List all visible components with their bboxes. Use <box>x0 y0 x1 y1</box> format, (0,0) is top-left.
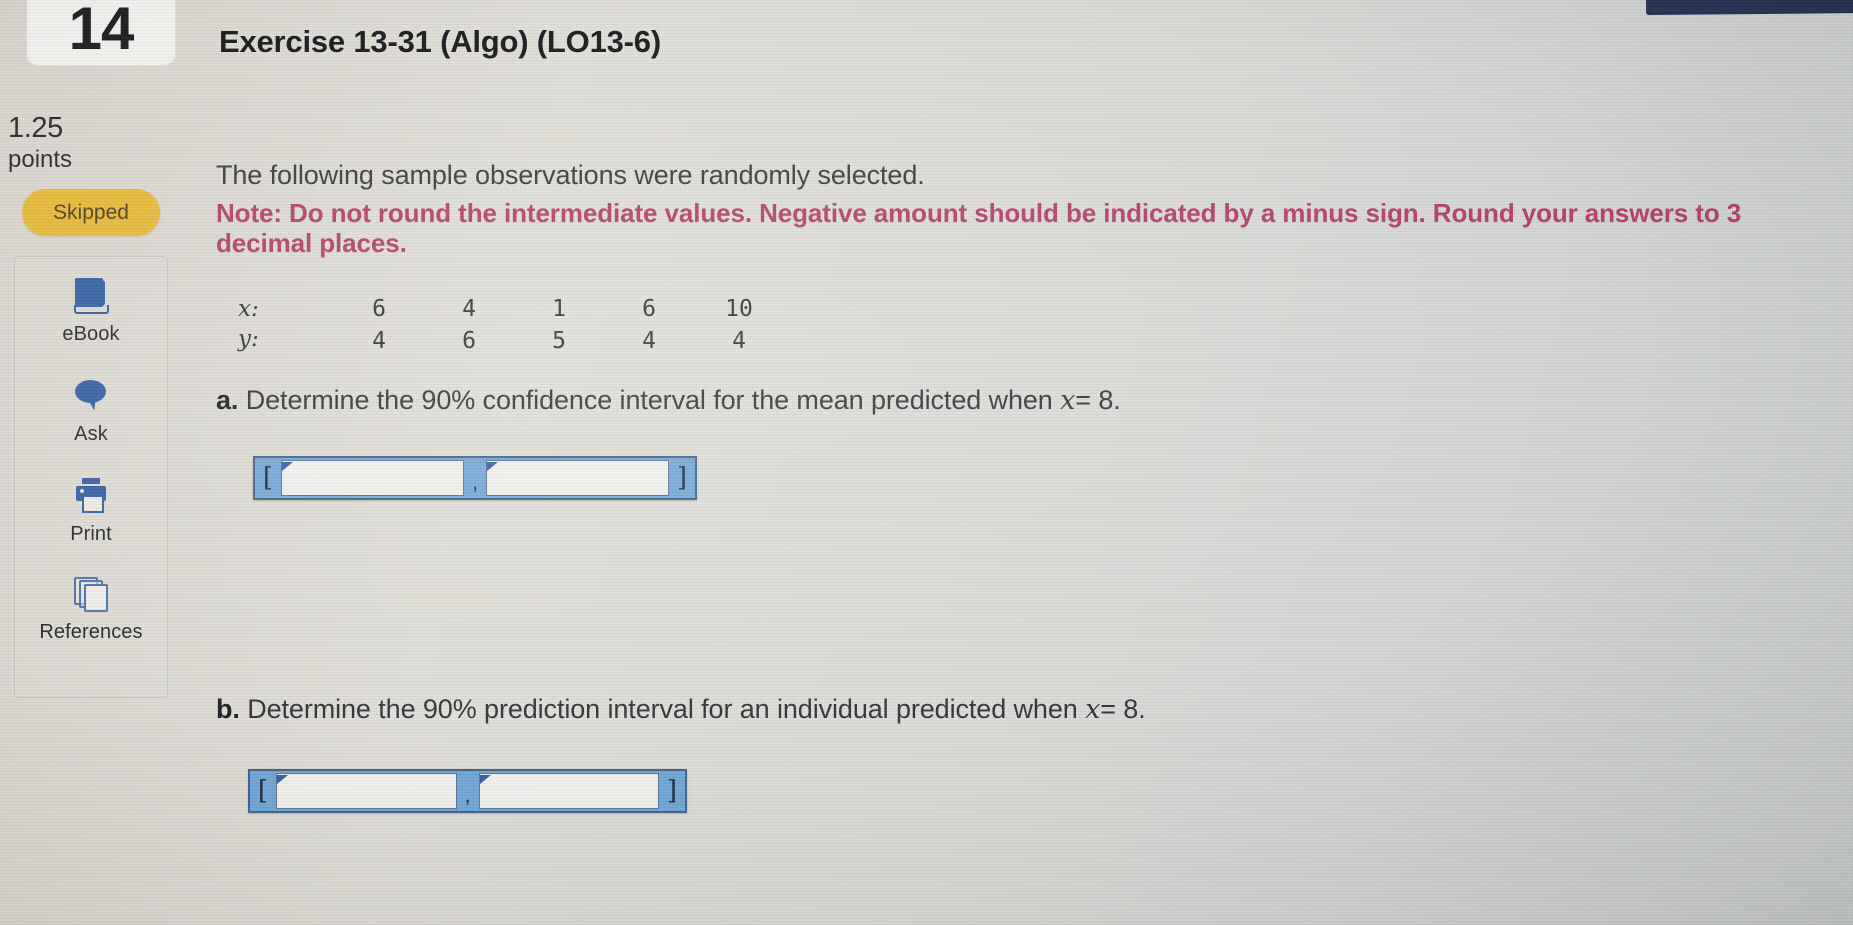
cursor-flag-icon <box>277 775 288 784</box>
close-bracket-a: ] <box>669 458 695 498</box>
y-value-0: 4 <box>372 328 386 354</box>
question-a-marker: a. <box>216 385 239 415</box>
cursor-flag-icon <box>479 775 491 784</box>
answer-b-lower-input[interactable] <box>276 773 457 809</box>
question-b-body: Determine the 90% prediction interval fo… <box>239 694 1086 724</box>
answer-b-upper-input[interactable] <box>478 773 659 809</box>
cursor-flag-icon <box>487 462 498 471</box>
question-b-period: . <box>1138 694 1146 724</box>
x-value-1: 4 <box>462 296 476 322</box>
interval-separator-a: , <box>464 458 486 498</box>
question-a-equals: = 8 <box>1075 385 1114 415</box>
question-a-variable: x <box>1060 385 1076 416</box>
table-row: x: 6 4 1 6 10 <box>238 294 784 324</box>
question-b-equals: = 8 <box>1100 694 1139 724</box>
answer-interval-a[interactable]: [ , ] <box>253 456 697 500</box>
question-a-text: a. Determine the 90% confidence interval… <box>216 385 1121 416</box>
row-label-x: x: <box>238 296 259 322</box>
question-a-body: Determine the 90% confidence interval fo… <box>238 385 1061 415</box>
y-value-3: 4 <box>642 328 656 354</box>
intro-text: The following sample observations were r… <box>216 160 925 190</box>
answer-interval-b[interactable]: [ , ] <box>248 769 687 813</box>
x-value-0: 6 <box>372 296 386 322</box>
x-value-2: 1 <box>552 296 566 322</box>
open-bracket-b: [ <box>250 771 276 811</box>
observations-table: x: 6 4 1 6 10 y: 4 6 5 4 4 <box>238 294 784 354</box>
x-value-4: 10 <box>725 296 753 322</box>
answer-a-upper-input[interactable] <box>486 460 669 496</box>
row-label-y: y: <box>238 326 259 352</box>
screen-photo: 14 1.25 points Skipped eBook Ask Print R… <box>0 0 1853 925</box>
y-value-2: 5 <box>552 328 566 354</box>
cursor-flag-icon <box>282 462 293 471</box>
note-text: Note: Do not round the intermediate valu… <box>216 198 1742 258</box>
question-b-marker: b. <box>216 694 240 724</box>
question-content: Exercise 13-31 (Algo) (LO13-6) The follo… <box>0 0 1853 925</box>
question-a-period: . <box>1113 385 1121 415</box>
x-value-3: 6 <box>642 296 656 322</box>
question-b-text: b. Determine the 90% prediction interval… <box>216 694 1146 725</box>
interval-separator-b: , <box>456 771 479 811</box>
y-value-1: 6 <box>462 328 476 354</box>
close-bracket-b: ] <box>659 771 685 811</box>
y-value-4: 4 <box>732 328 746 354</box>
page-title: Exercise 13-31 (Algo) (LO13-6) <box>219 24 661 59</box>
question-b-variable: x <box>1085 694 1101 725</box>
answer-a-lower-input[interactable] <box>281 460 464 496</box>
open-bracket-a: [ <box>255 458 281 498</box>
table-row: y: 4 6 5 4 4 <box>238 324 784 354</box>
